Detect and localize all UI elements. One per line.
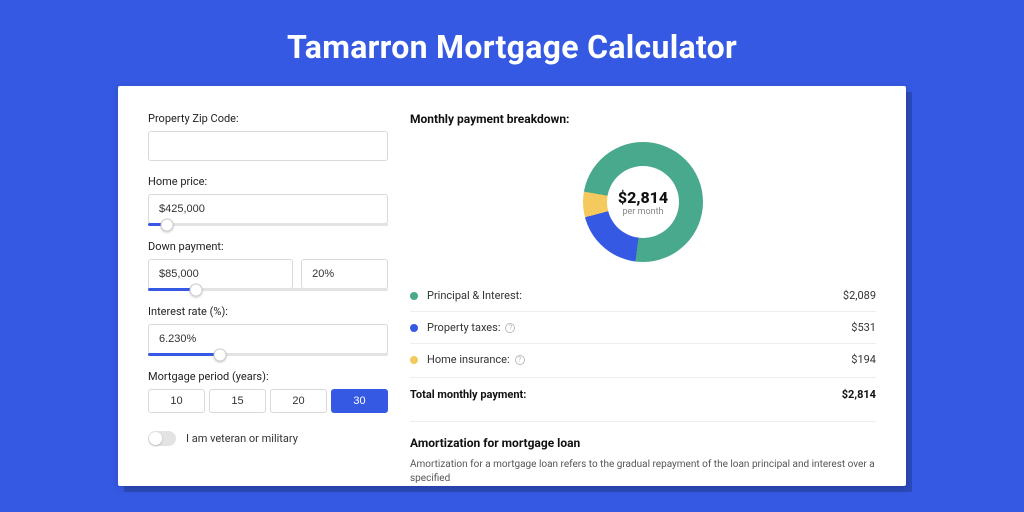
donut-value: $2,814: [618, 188, 668, 207]
legend-dot: [410, 292, 418, 300]
slider-fill: [148, 353, 220, 356]
down-payment-pct-input[interactable]: [301, 259, 388, 289]
total-value: $2,814: [842, 388, 876, 401]
slider-thumb[interactable]: [214, 348, 227, 361]
down-payment-field: Down payment:: [148, 240, 388, 291]
legend-label: Home insurance:?: [427, 353, 851, 366]
legend-dot: [410, 324, 418, 332]
period-button-30[interactable]: 30: [331, 389, 388, 413]
period-button-20[interactable]: 20: [270, 389, 327, 413]
down-payment-slider[interactable]: [148, 288, 388, 291]
interest-input[interactable]: [148, 324, 388, 354]
legend-label: Principal & Interest:: [427, 289, 843, 302]
home-price-input[interactable]: [148, 194, 388, 224]
donut-subtext: per month: [622, 207, 663, 217]
slider-thumb[interactable]: [190, 283, 203, 296]
legend-value: $2,089: [843, 289, 876, 302]
period-field: Mortgage period (years): 10152030: [148, 370, 388, 413]
veteran-row: I am veteran or military: [148, 431, 388, 446]
info-icon[interactable]: ?: [515, 355, 525, 365]
legend-value: $531: [851, 321, 876, 334]
info-icon[interactable]: ?: [505, 323, 515, 333]
period-button-15[interactable]: 15: [209, 389, 266, 413]
veteran-toggle[interactable]: [148, 431, 176, 446]
interest-label: Interest rate (%):: [148, 305, 388, 318]
calculator-card: Property Zip Code: Home price: Down paym…: [118, 86, 906, 486]
total-row: Total monthly payment: $2,814: [410, 377, 876, 415]
home-price-slider[interactable]: [148, 223, 388, 226]
legend-row: Home insurance:?$194: [410, 344, 876, 375]
period-label: Mortgage period (years):: [148, 370, 388, 383]
home-price-label: Home price:: [148, 175, 388, 188]
amortization-section: Amortization for mortgage loan Amortizat…: [410, 421, 876, 486]
legend-value: $194: [851, 353, 876, 366]
payment-donut-chart: $2,814 per month: [583, 142, 703, 262]
zip-label: Property Zip Code:: [148, 112, 388, 125]
interest-field: Interest rate (%):: [148, 305, 388, 356]
interest-slider[interactable]: [148, 353, 388, 356]
down-payment-label: Down payment:: [148, 240, 388, 253]
zip-input[interactable]: [148, 131, 388, 161]
period-button-10[interactable]: 10: [148, 389, 205, 413]
breakdown-panel: Monthly payment breakdown: $2,814 per mo…: [410, 112, 876, 486]
zip-field: Property Zip Code:: [148, 112, 388, 161]
form-panel: Property Zip Code: Home price: Down paym…: [148, 112, 388, 486]
legend-row: Property taxes:?$531: [410, 312, 876, 344]
veteran-label: I am veteran or military: [186, 432, 298, 445]
total-label: Total monthly payment:: [410, 388, 842, 401]
down-payment-input[interactable]: [148, 259, 293, 289]
donut-center: $2,814 per month: [607, 166, 679, 238]
amortization-body: Amortization for a mortgage loan refers …: [410, 458, 876, 486]
toggle-knob: [149, 432, 162, 445]
breakdown-heading: Monthly payment breakdown:: [410, 112, 876, 126]
legend-label: Property taxes:?: [427, 321, 851, 334]
donut-wrap: $2,814 per month: [410, 136, 876, 280]
legend-row: Principal & Interest:$2,089: [410, 280, 876, 312]
amortization-title: Amortization for mortgage loan: [410, 436, 876, 450]
legend-dot: [410, 356, 418, 364]
page-title: Tamarron Mortgage Calculator: [0, 0, 1024, 86]
slider-thumb[interactable]: [161, 218, 174, 231]
home-price-field: Home price:: [148, 175, 388, 226]
